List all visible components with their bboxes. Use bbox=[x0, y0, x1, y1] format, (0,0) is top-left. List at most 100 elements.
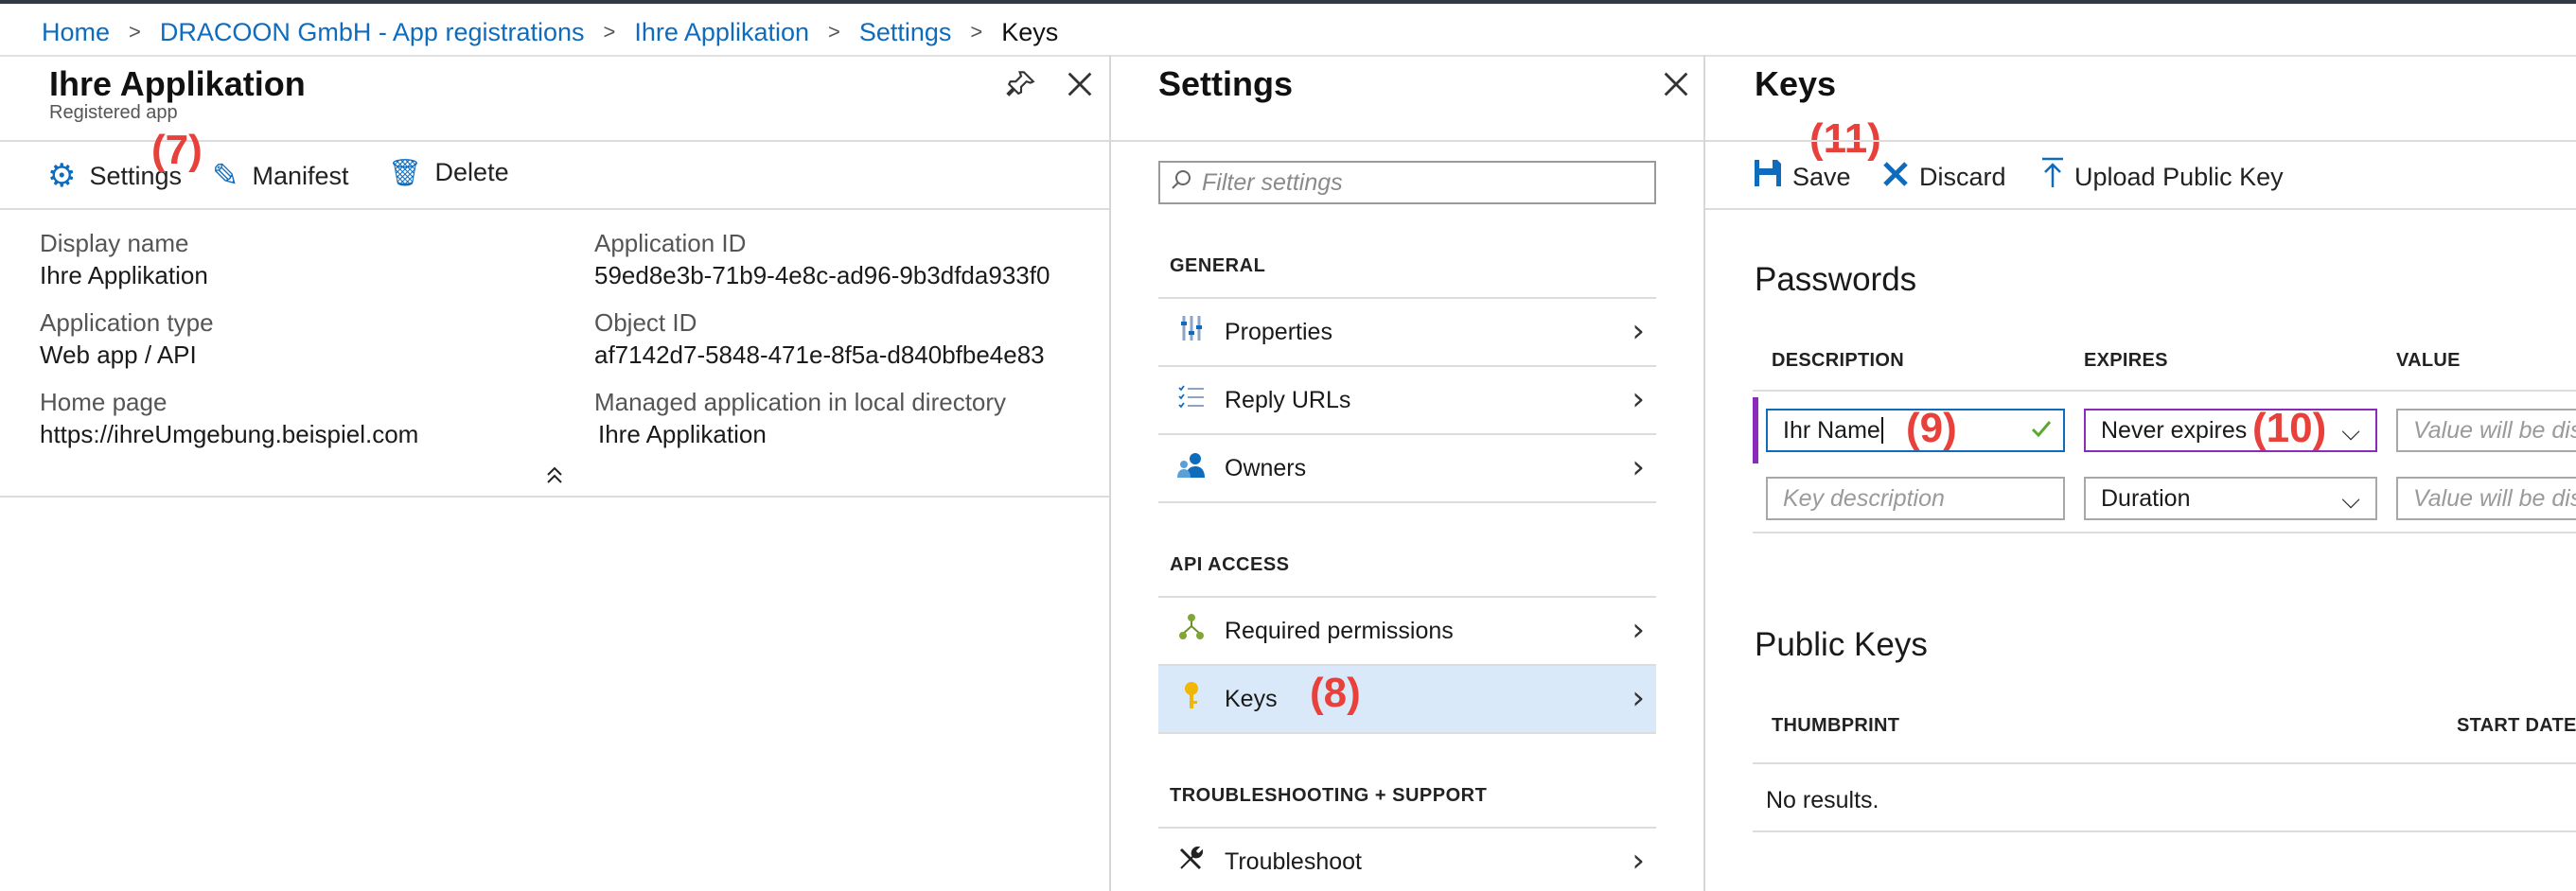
section-general: GENERAL bbox=[1170, 255, 1266, 276]
breadcrumb-current: Keys bbox=[1001, 17, 1059, 46]
divider bbox=[1753, 830, 2576, 832]
settings-item-keys[interactable]: Keys › bbox=[1158, 664, 1656, 732]
close-icon[interactable] bbox=[1064, 68, 1096, 105]
filter-settings-input[interactable]: Filter settings bbox=[1158, 161, 1656, 204]
column-header-expires: EXPIRES bbox=[2084, 350, 2168, 371]
divider bbox=[1705, 208, 2576, 210]
chevron-right-icon: > bbox=[603, 20, 616, 44]
close-icon[interactable] bbox=[1660, 68, 1692, 105]
duration-select[interactable]: Duration ⌵ bbox=[2084, 477, 2377, 520]
panel-divider bbox=[1109, 55, 1111, 891]
managed-app-link[interactable]: Ihre Applikation bbox=[598, 420, 767, 449]
properties-icon bbox=[1158, 314, 1225, 350]
chevron-right-icon: › bbox=[1632, 679, 1645, 717]
delete-label: Delete bbox=[434, 158, 509, 186]
annotation-10: (10) bbox=[2252, 405, 2327, 451]
new-key-description-input[interactable]: Key description bbox=[1766, 477, 2065, 520]
settings-item-required-permissions[interactable]: Required permissions › bbox=[1158, 596, 1656, 664]
upload-label: Upload Public Key bbox=[2074, 163, 2284, 191]
discard-button[interactable]: Discard bbox=[1881, 157, 2006, 197]
home-page-link[interactable]: https://ihreUmgebung.beispiel.com bbox=[40, 420, 418, 449]
breadcrumb-app[interactable]: Ihre Applikation bbox=[634, 18, 809, 47]
manifest-button[interactable]: ✎ Manifest bbox=[212, 157, 349, 195]
save-button[interactable]: Save bbox=[1753, 157, 1851, 197]
public-keys-heading: Public Keys bbox=[1755, 626, 1928, 663]
save-icon bbox=[1753, 157, 1783, 197]
gear-icon: ⚙ bbox=[47, 158, 77, 194]
duration-value: Duration bbox=[2101, 484, 2191, 512]
expires-select[interactable]: Never expires ⌵ bbox=[2084, 409, 2377, 452]
owners-icon bbox=[1158, 451, 1225, 485]
chevron-right-icon: › bbox=[1632, 380, 1645, 418]
display-name-label: Display name bbox=[40, 229, 189, 257]
divider bbox=[1111, 140, 1703, 142]
annotation-8: (8) bbox=[1310, 670, 1361, 716]
chevron-right-icon: › bbox=[1632, 611, 1645, 649]
panel-title: Ihre Applikation bbox=[49, 64, 306, 103]
settings-item-troubleshoot[interactable]: Troubleshoot › bbox=[1158, 827, 1656, 891]
settings-item-label: Properties bbox=[1225, 318, 1332, 345]
divider bbox=[0, 55, 2576, 57]
passwords-heading: Passwords bbox=[1755, 261, 1917, 298]
settings-item-label: Owners bbox=[1225, 454, 1307, 481]
panel-divider bbox=[1703, 55, 1705, 891]
column-header-value: VALUE bbox=[2396, 350, 2461, 371]
upload-icon bbox=[2040, 157, 2065, 198]
settings-item-properties[interactable]: Properties › bbox=[1158, 297, 1656, 365]
key-value-field: Value will be displayed on save bbox=[2396, 409, 2576, 452]
new-key-description-placeholder: Key description bbox=[1783, 484, 1945, 512]
annotation-11: (11) bbox=[1809, 115, 1881, 162]
breadcrumb-app-registrations[interactable]: DRACOON GmbH - App registrations bbox=[160, 18, 585, 47]
column-header-description: DESCRIPTION bbox=[1772, 350, 1904, 371]
section-api-access: API ACCESS bbox=[1170, 554, 1290, 575]
top-bar bbox=[0, 0, 2576, 4]
permissions-icon bbox=[1158, 613, 1225, 649]
application-type-value: Web app / API bbox=[40, 341, 197, 369]
upload-public-key-button[interactable]: Upload Public Key bbox=[2040, 157, 2284, 198]
pencil-icon: ✎ bbox=[212, 158, 239, 194]
settings-item-label: Required permissions bbox=[1225, 617, 1454, 644]
new-key-value-placeholder: Value will be displayed on save bbox=[2413, 484, 2576, 512]
settings-item-label: Reply URLs bbox=[1225, 386, 1351, 413]
divider bbox=[0, 208, 1109, 210]
chevron-down-icon: ⌵ bbox=[2341, 486, 2360, 515]
managed-app-label: Managed application in local directory bbox=[594, 388, 1007, 416]
chevron-right-icon: › bbox=[1632, 448, 1645, 486]
checkmark-icon bbox=[2029, 416, 2054, 447]
divider bbox=[1158, 732, 1656, 734]
settings-item-label: Keys bbox=[1225, 685, 1278, 712]
settings-item-label: Troubleshoot bbox=[1225, 847, 1362, 875]
annotation-7: (7) bbox=[151, 127, 203, 173]
new-key-value-field: Value will be displayed on save bbox=[2396, 477, 2576, 520]
chevron-down-icon: ⌵ bbox=[2341, 418, 2360, 446]
pin-icon[interactable] bbox=[1005, 68, 1037, 105]
application-type-label: Application type bbox=[40, 308, 214, 337]
chevron-right-icon: > bbox=[129, 20, 141, 44]
list-icon bbox=[1158, 384, 1225, 416]
settings-item-owners[interactable]: Owners › bbox=[1158, 433, 1656, 501]
panel-title: Settings bbox=[1158, 64, 1294, 103]
annotation-9: (9) bbox=[1906, 405, 1957, 451]
tools-icon bbox=[1158, 844, 1225, 880]
trash-icon: 🗑 bbox=[388, 158, 422, 187]
home-page-label: Home page bbox=[40, 388, 168, 416]
divider bbox=[1158, 501, 1656, 503]
delete-button[interactable]: 🗑 Delete bbox=[388, 157, 509, 188]
divider bbox=[1753, 390, 2576, 392]
divider bbox=[1753, 762, 2576, 764]
column-header-start-date: START DATE bbox=[2457, 715, 2576, 736]
settings-item-reply-urls[interactable]: Reply URLs › bbox=[1158, 365, 1656, 433]
divider bbox=[1705, 140, 2576, 142]
breadcrumb: Home > DRACOON GmbH - App registrations … bbox=[42, 15, 1058, 49]
object-id-label: Object ID bbox=[594, 308, 697, 337]
object-id-value: af7142d7-5848-471e-8f5a-d840bfbe4e83 bbox=[594, 341, 1045, 369]
application-id-label: Application ID bbox=[594, 229, 747, 257]
chevron-right-icon: › bbox=[1632, 312, 1645, 350]
chevron-right-icon: › bbox=[1632, 842, 1645, 880]
key-value-placeholder: Value will be displayed on save bbox=[2413, 416, 2576, 444]
collapse-icon[interactable] bbox=[545, 463, 564, 491]
text-cursor bbox=[1880, 417, 1883, 444]
breadcrumb-settings[interactable]: Settings bbox=[859, 18, 952, 47]
breadcrumb-home[interactable]: Home bbox=[42, 18, 110, 47]
row-edit-indicator bbox=[1753, 397, 1758, 463]
